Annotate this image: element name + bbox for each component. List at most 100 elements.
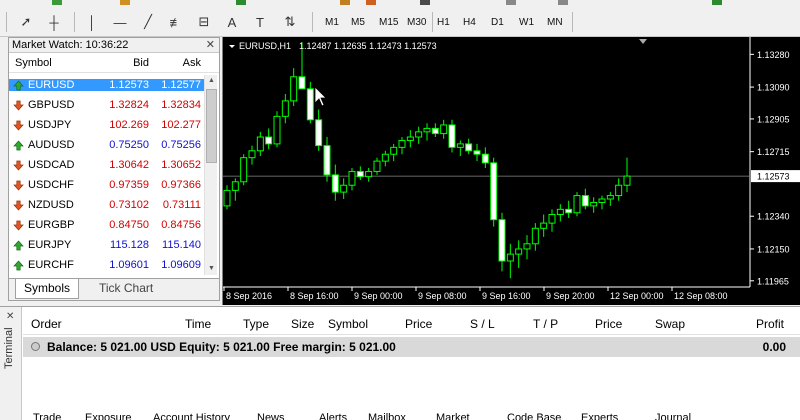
candle-bull-body [390, 146, 398, 155]
tab-tick-chart[interactable]: Tick Chart [91, 279, 161, 299]
candle-bear-body [565, 208, 573, 214]
trendline-icon[interactable]: ╱ [136, 11, 160, 33]
terminal-tab-trade[interactable]: Trade [33, 412, 61, 420]
close-icon[interactable]: ✕ [6, 311, 14, 322]
templates-icon[interactable] [558, 0, 568, 5]
arrows-icon[interactable]: ⇅ [278, 11, 302, 33]
candle-bear-body [498, 219, 506, 262]
market-watch-row-usdjpy[interactable]: USDJPY 102.269 102.277 [9, 115, 205, 135]
orders-column-header[interactable]: Order [31, 317, 62, 331]
timeframe-mn-button[interactable]: MN [544, 12, 566, 32]
orders-column-header[interactable]: Price [595, 317, 622, 331]
drawing-toolbar: ➚ ┼ │ — ╱ ≢ ⊟ A T ⇅ M1 M5 M15 M30 H1 H4 D1 W1 MN [0, 0, 800, 37]
chart-bars-icon[interactable] [340, 0, 350, 5]
tab-symbols[interactable]: Symbols [15, 279, 80, 299]
bid-price: 1.09601 [109, 259, 149, 271]
candle-bear-body [473, 150, 481, 155]
terminal-tab-code-base[interactable]: Code Base [507, 412, 561, 420]
periods-icon[interactable] [712, 0, 722, 5]
arrow-down-icon [13, 160, 24, 171]
autotrading-icon[interactable] [236, 0, 246, 5]
candle-bull-body [556, 208, 564, 216]
timeframe-m15-button[interactable]: M15 [376, 12, 401, 32]
orders-column-header[interactable]: Time [185, 317, 211, 331]
timeframe-h1-button[interactable]: H1 [434, 12, 453, 32]
orders-column-header[interactable]: T / P [533, 317, 558, 331]
timeframe-h4-button[interactable]: H4 [460, 12, 479, 32]
bid-price: 102.269 [109, 119, 149, 131]
vertical-line-icon[interactable]: │ [80, 11, 104, 33]
timeframe-d1-button[interactable]: D1 [488, 12, 507, 32]
orders-column-header[interactable]: Symbol [328, 317, 368, 331]
horizontal-line-icon[interactable]: — [108, 11, 132, 33]
chart-window[interactable]: 1.13280 1.13090 1.12905 1.12715 1.12340 1.121… [222, 37, 800, 305]
fibo-icon[interactable]: ≢ [164, 11, 188, 33]
orders-column-header[interactable]: Size [291, 317, 314, 331]
market-watch-row-audusd[interactable]: AUDUSD 0.75250 0.75256 [9, 135, 205, 155]
scroll-thumb[interactable] [206, 89, 217, 163]
symbol-name: NZDUSD [28, 199, 74, 211]
text-icon[interactable]: A [220, 11, 244, 33]
candle-bull-body [515, 248, 523, 255]
orders-column-header[interactable]: Profit [756, 317, 784, 331]
metatrader-window: ➚ ┼ │ — ╱ ≢ ⊟ A T ⇅ M1 M5 M15 M30 H1 H4 D1 W1 MN… [0, 0, 800, 420]
candle-bull-body [548, 214, 556, 224]
scroll-down-icon[interactable]: ▼ [205, 263, 218, 275]
terminal-tab-exposure[interactable]: Exposure [85, 412, 131, 420]
zoom-icon[interactable] [366, 0, 376, 5]
text-label-icon[interactable]: T [248, 11, 272, 33]
terminal-tab-account-history[interactable]: Account History [153, 412, 230, 420]
symbol-cell: EURJPY [9, 239, 97, 251]
terminal-tab-journal[interactable]: Journal [655, 412, 691, 420]
channel-icon[interactable]: ⊟ [192, 11, 216, 33]
ask-column-header[interactable]: Ask [153, 57, 205, 69]
market-watch-row-usdcad[interactable]: USDCAD 1.30642 1.30652 [9, 155, 205, 175]
ask-price: 1.32834 [161, 99, 201, 111]
new-order-icon[interactable] [52, 0, 62, 5]
candlestick-chart[interactable]: 1.13280 1.13090 1.12905 1.12715 1.12340 1.121… [223, 37, 800, 305]
terminal-tab-alerts[interactable]: Alerts [319, 412, 347, 420]
bid-column-header[interactable]: Bid [97, 57, 153, 69]
market-watch-row-eurjpy[interactable]: EURJPY 115.128 115.140 [9, 235, 205, 255]
market-watch-scrollbar[interactable]: ▲ ▼ [204, 75, 217, 275]
scroll-up-icon[interactable]: ▲ [205, 75, 218, 87]
chart-shift-icon[interactable] [420, 0, 430, 5]
arrow-down-icon [13, 120, 24, 131]
orders-column-header[interactable]: S / L [470, 317, 495, 331]
timeframe-m1-button[interactable]: M1 [322, 12, 342, 32]
terminal-tab-experts[interactable]: Experts [581, 412, 618, 420]
market-watch-row-gbpusd[interactable]: GBPUSD 1.32824 1.32834 [9, 95, 205, 115]
market-watch-panel: Market Watch: 10:36:22 ✕ Symbol Bid Ask … [8, 37, 220, 301]
cursor-icon[interactable]: ➚ [14, 11, 38, 33]
terminal-tab-mailbox[interactable]: Mailbox [368, 412, 406, 420]
arrow-down-icon [13, 100, 24, 111]
indicators-icon[interactable] [506, 0, 516, 5]
market-watch-row-eurusd[interactable]: EURUSD 1.12573 1.12577 [9, 75, 205, 95]
timeframe-w1-button[interactable]: W1 [516, 12, 537, 32]
orders-column-header[interactable]: Swap [655, 317, 685, 331]
close-icon[interactable]: ✕ [206, 38, 215, 52]
terminal-side-strip: ✕ Terminal [0, 307, 22, 420]
candle-bull-body [231, 181, 239, 191]
market-watch-row-nzdusd[interactable]: NZDUSD 0.73102 0.73111 [9, 195, 205, 215]
terminal-tab-news[interactable]: News [257, 412, 285, 420]
balance-row[interactable]: Balance: 5 021.00 USD Equity: 5 021.00 F… [23, 337, 800, 357]
symbol-cell: USDJPY [9, 119, 97, 131]
candle-bull-body [540, 222, 548, 229]
orders-column-header[interactable]: Type [243, 317, 269, 331]
crosshair-icon[interactable]: ┼ [42, 11, 66, 33]
balance-icon [31, 342, 40, 351]
market-watch-row-usdchf[interactable]: USDCHF 0.97359 0.97366 [9, 175, 205, 195]
timeframe-m5-button[interactable]: M5 [348, 12, 368, 32]
symbol-cell: USDCHF [9, 179, 97, 191]
candle-bear-body [265, 136, 273, 145]
arrow-up-icon [13, 79, 24, 91]
orders-column-header[interactable]: Price [405, 317, 432, 331]
navigator-icon[interactable] [120, 0, 130, 5]
symbol-column-header[interactable]: Symbol [9, 57, 97, 69]
market-watch-row-eurgbp[interactable]: EURGBP 0.84750 0.84756 [9, 215, 205, 235]
terminal-tab-market[interactable]: Market [436, 412, 470, 420]
chart-title: EURUSD,H1 [239, 41, 291, 51]
timeframe-m30-button[interactable]: M30 [404, 12, 429, 32]
market-watch-row-eurchf[interactable]: EURCHF 1.09601 1.09609 [9, 255, 205, 275]
